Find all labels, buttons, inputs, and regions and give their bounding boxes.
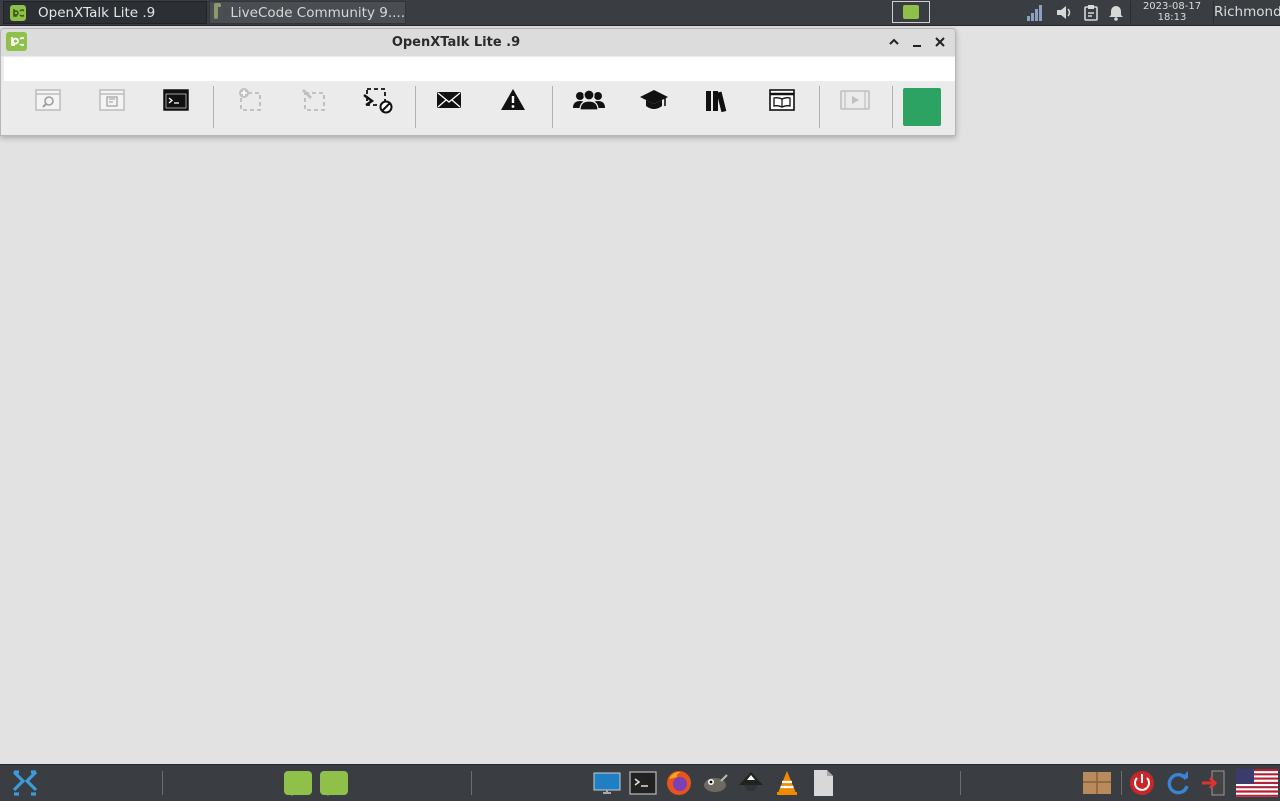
warning-icon — [501, 89, 525, 110]
top-panel: OpenXTalk Lite .9 LiveCode Community 9..… — [0, 0, 1280, 26]
dictionary-icon — [769, 89, 795, 111]
library-button[interactable] — [699, 85, 735, 115]
power-icon[interactable] — [1127, 768, 1157, 798]
library-icon — [706, 91, 727, 113]
edit-group-icon — [302, 89, 325, 111]
taskbar-item-openxtalk[interactable]: OpenXTalk Lite .9 — [3, 1, 207, 24]
vlc-icon[interactable] — [772, 768, 802, 798]
toolbar-separator — [819, 86, 820, 128]
terminal-icon — [163, 89, 189, 111]
dictionary-button[interactable] — [764, 85, 800, 115]
green-action-button[interactable] — [903, 88, 941, 126]
stack-browser-button[interactable] — [94, 85, 130, 115]
maximize-icon[interactable] — [886, 34, 902, 50]
archive-icon[interactable] — [1082, 768, 1112, 798]
toolbar-separator — [552, 86, 553, 128]
file-icon[interactable] — [808, 768, 838, 798]
user-name[interactable]: Richmond — [1214, 4, 1280, 20]
volume-icon[interactable] — [1055, 4, 1073, 21]
community-button[interactable] — [571, 85, 607, 115]
gimp-icon[interactable] — [700, 768, 730, 798]
clock[interactable]: 2023-08-17 18:13 — [1130, 1, 1214, 23]
openxtalk-window: OpenXTalk Lite .9 — [0, 28, 956, 136]
network-signal-icon[interactable] — [1026, 4, 1044, 21]
errors-button[interactable] — [495, 85, 531, 115]
livecode-icon[interactable] — [283, 768, 313, 798]
stack-browser-icon — [99, 89, 125, 111]
window-titlebar[interactable]: OpenXTalk Lite .9 — [1, 29, 955, 56]
mail-button[interactable] — [431, 85, 467, 115]
notification-bell-icon[interactable] — [1107, 4, 1125, 21]
run-button[interactable] — [837, 85, 873, 115]
mail-icon — [437, 92, 461, 108]
tray-livecode-icon[interactable] — [892, 1, 930, 23]
toolbar-separator — [892, 86, 893, 128]
panel-separator — [1121, 771, 1122, 795]
message-box-button[interactable] — [158, 85, 194, 115]
inkscape-icon[interactable] — [736, 768, 766, 798]
clock-time: 18:13 — [1157, 12, 1187, 23]
messages-off-icon — [363, 88, 393, 114]
bottom-panel — [0, 764, 1280, 801]
refresh-icon[interactable] — [1163, 768, 1193, 798]
close-icon[interactable] — [932, 34, 948, 50]
inspector-icon — [35, 89, 61, 111]
message-box-input[interactable] — [4, 57, 955, 81]
livecode-icon[interactable] — [319, 768, 349, 798]
firefox-icon[interactable] — [664, 768, 694, 798]
clock-date: 2023-08-17 — [1142, 1, 1202, 12]
toolbar-separator — [213, 86, 214, 128]
messages-toggle-button[interactable] — [360, 85, 396, 115]
livecode-icon — [10, 4, 26, 21]
edit-group-button[interactable] — [296, 85, 332, 115]
new-group-icon — [239, 88, 261, 111]
desktop-icon[interactable] — [592, 768, 622, 798]
terminal-icon[interactable] — [628, 768, 658, 798]
us-flag-icon[interactable] — [1235, 768, 1279, 798]
taskbar-item-label: LiveCode Community 9.... — [230, 4, 405, 21]
panel-separator — [162, 771, 163, 795]
inspector-button[interactable] — [30, 85, 66, 115]
logout-icon[interactable] — [1199, 768, 1229, 798]
run-icon — [840, 90, 870, 110]
app-menu-icon[interactable] — [10, 768, 40, 798]
window-title: OpenXTalk Lite .9 — [391, 35, 521, 50]
folder-icon — [214, 3, 222, 19]
panel-separator — [471, 771, 472, 795]
taskbar-item-label: OpenXTalk Lite .9 — [38, 4, 156, 21]
taskbar-item-livecode-folder[interactable]: LiveCode Community 9.... — [209, 1, 406, 24]
minimize-icon[interactable] — [909, 34, 925, 50]
academy-button[interactable] — [636, 85, 672, 115]
academy-icon — [640, 90, 668, 109]
group-button[interactable] — [232, 85, 268, 115]
toolbar-separator — [415, 86, 416, 128]
panel-separator — [960, 771, 961, 795]
clipboard-icon[interactable] — [1082, 4, 1100, 21]
community-icon — [573, 89, 605, 111]
